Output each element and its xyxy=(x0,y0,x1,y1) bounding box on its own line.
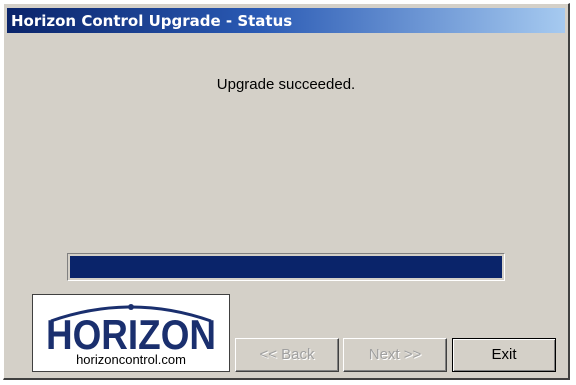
logo-dot xyxy=(128,304,134,310)
status-message: Upgrade succeeded. xyxy=(216,76,356,93)
window-title: Horizon Control Upgrade - Status xyxy=(11,12,293,30)
horizon-logo: HORIZON horizoncontrol.com xyxy=(32,294,230,372)
logo-wordmark: HORIZON xyxy=(46,311,216,358)
back-button[interactable]: << Back xyxy=(235,338,339,372)
logo-url: horizoncontrol.com xyxy=(76,352,186,367)
next-button[interactable]: Next >> xyxy=(343,338,447,372)
progress-fill xyxy=(70,256,502,278)
exit-button[interactable]: Exit xyxy=(452,338,556,372)
title-bar[interactable]: Horizon Control Upgrade - Status xyxy=(7,8,565,33)
progress-bar xyxy=(67,253,505,281)
status-dialog: Horizon Control Upgrade - Status Upgrade… xyxy=(3,3,570,380)
